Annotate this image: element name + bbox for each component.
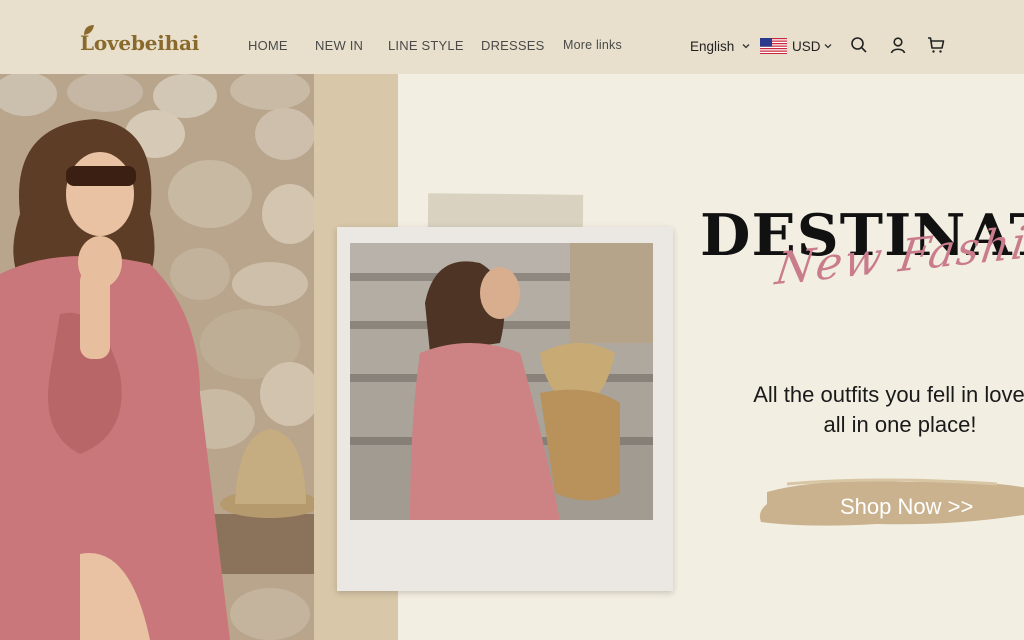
- shop-now-button[interactable]: Shop Now >>: [840, 494, 973, 520]
- nav-home[interactable]: HOME: [248, 38, 288, 53]
- nav-more-links[interactable]: More links: [563, 38, 622, 52]
- nav-line-style[interactable]: LINE STYLE: [388, 38, 464, 53]
- chevron-down-icon[interactable]: [823, 41, 833, 51]
- cart-icon[interactable]: [927, 36, 945, 54]
- chevron-down-icon[interactable]: [741, 41, 751, 51]
- hero-tagline: All the outfits you fell in love w all i…: [700, 380, 1024, 440]
- hero-tagline-line1: All the outfits you fell in love w: [753, 382, 1024, 407]
- brand-logo[interactable]: Lovebeihai: [80, 25, 200, 55]
- account-icon[interactable]: [889, 36, 907, 54]
- model-photo-left: [0, 74, 314, 640]
- hero-banner[interactable]: DESTINAT New Fashion All the outfits you…: [0, 74, 1024, 640]
- currency-selector[interactable]: USD: [792, 39, 821, 54]
- language-selector[interactable]: English: [690, 39, 734, 54]
- us-flag-icon: [760, 38, 787, 54]
- nav-new-in[interactable]: NEW IN: [315, 38, 363, 53]
- stairs-illustration: [350, 243, 653, 520]
- site-header: Lovebeihai HOME NEW IN LINE STYLE DRESSE…: [0, 0, 1024, 74]
- polaroid-frame: [337, 227, 673, 591]
- brand-name: Lovebeihai: [80, 31, 200, 55]
- hero-tagline-line2: all in one place!: [823, 412, 977, 437]
- model-illustration: [0, 74, 314, 640]
- leaf-icon: [84, 25, 94, 35]
- search-icon[interactable]: [850, 36, 868, 54]
- model-photo-stairs: [350, 243, 653, 520]
- nav-dresses[interactable]: DRESSES: [481, 38, 545, 53]
